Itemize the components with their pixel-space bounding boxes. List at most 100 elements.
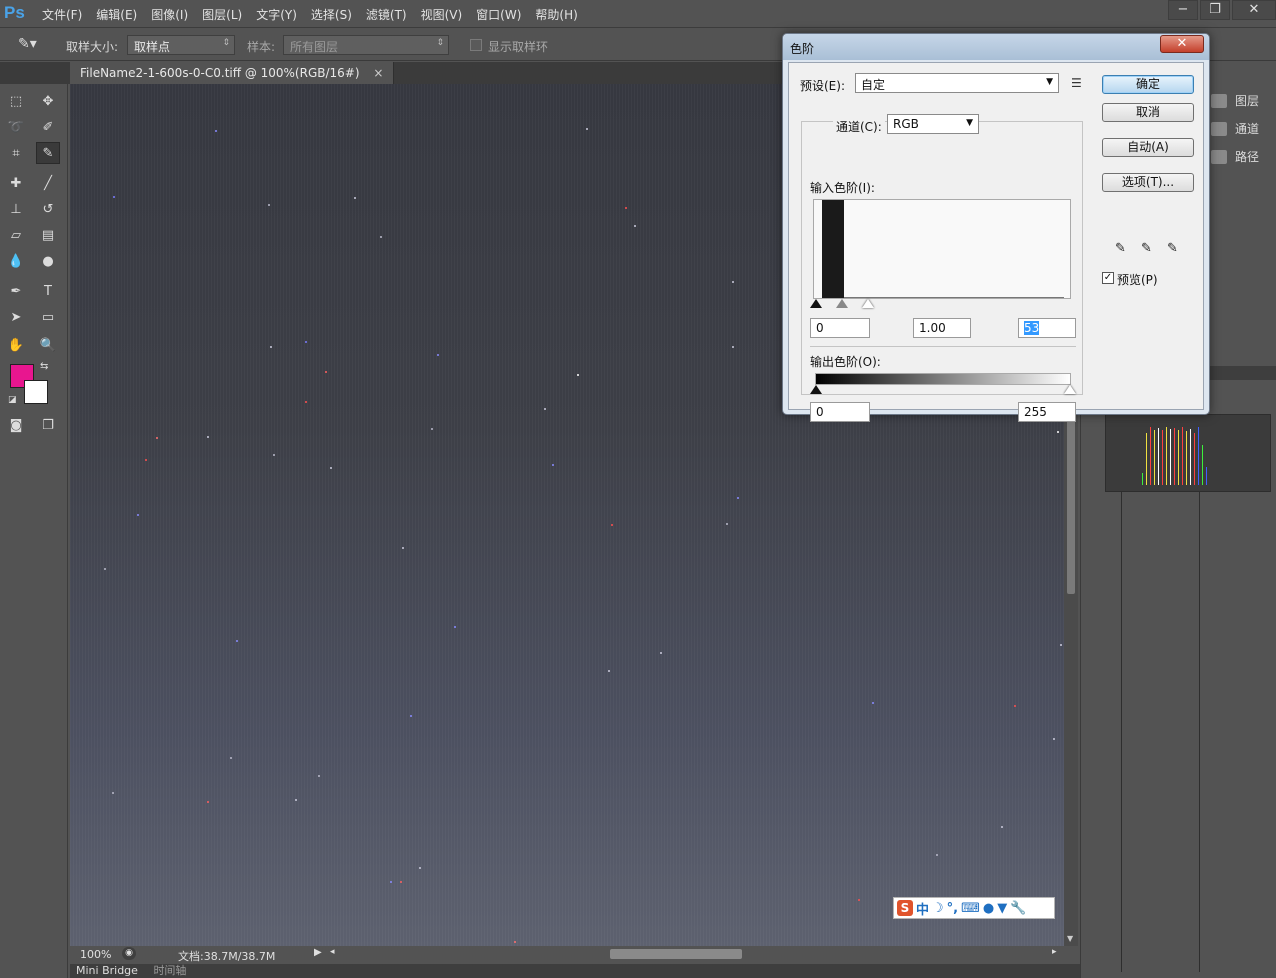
gradient-tool-icon[interactable]: ▤ <box>36 224 60 246</box>
document-tab[interactable]: FileName2-1-600s-0-C0.tiff @ 100%(RGB/16… <box>70 62 395 84</box>
horizontal-scroll-thumb[interactable] <box>610 949 742 959</box>
star <box>1014 705 1016 707</box>
close-tab-icon[interactable]: × <box>373 66 383 80</box>
auto-button[interactable]: 自动(A) <box>1102 138 1194 157</box>
brush-tool-icon[interactable]: ╱ <box>36 172 60 194</box>
scroll-left-arrow-icon[interactable]: ◂ <box>330 947 335 957</box>
white-eyedropper-icon[interactable]: ✎ <box>1167 241 1181 256</box>
keyboard-icon[interactable]: ⌨ <box>961 901 980 916</box>
menu-layer[interactable]: 图层(L) <box>202 6 242 23</box>
zoom-tool-icon[interactable]: 🔍 <box>36 334 60 356</box>
input-histogram <box>813 199 1071 299</box>
menu-file[interactable]: 文件(F) <box>42 6 82 23</box>
preset-select[interactable]: 自定 ▼ <box>855 73 1059 93</box>
black-eyedropper-icon[interactable]: ✎ <box>1115 241 1129 256</box>
gray-eyedropper-icon[interactable]: ✎ <box>1141 241 1155 256</box>
status-menu-arrow-icon[interactable]: ▶ <box>314 947 322 958</box>
preview-label: 预览(P) <box>1117 273 1158 287</box>
menu-image[interactable]: 图像(I) <box>151 6 188 23</box>
panel-layers[interactable]: 图层 <box>1211 92 1259 109</box>
sample-layers-select[interactable]: 所有图层 ⇕ <box>283 35 449 55</box>
main-menu: 文件(F) 编辑(E) 图像(I) 图层(L) 文字(Y) 选择(S) 滤镜(T… <box>42 6 592 23</box>
path-select-icon[interactable]: ➤ <box>4 306 28 328</box>
options-button[interactable]: 选项(T)... <box>1102 173 1194 192</box>
panel-channels[interactable]: 通道 <box>1211 120 1259 137</box>
dialog-close-button[interactable]: ✕ <box>1160 35 1204 53</box>
move-tool-icon[interactable]: ✥ <box>36 90 60 112</box>
star <box>236 640 238 642</box>
input-black-field[interactable]: 0 <box>810 318 870 338</box>
lasso-tool-icon[interactable]: ➰ <box>4 116 28 138</box>
eyedropper-tool-preset-icon[interactable]: ✎▾ <box>18 36 37 52</box>
input-gamma-field[interactable]: 1.00 <box>913 318 971 338</box>
wrench-icon[interactable]: 🔧 <box>1010 901 1026 916</box>
star <box>230 757 232 759</box>
preview-checkbox[interactable]: ✓ <box>1102 272 1114 284</box>
show-sampling-ring-checkbox[interactable] <box>470 39 482 51</box>
menu-type[interactable]: 文字(Y) <box>256 6 297 23</box>
menu-view[interactable]: 视图(V) <box>421 6 463 23</box>
output-black-value: 0 <box>816 405 824 419</box>
output-white-slider[interactable] <box>1064 385 1076 394</box>
menu-edit[interactable]: 编辑(E) <box>96 6 137 23</box>
skin-shirt-icon[interactable]: ▼ <box>997 901 1007 916</box>
scroll-down-arrow-icon[interactable]: ▼ <box>1067 934 1073 943</box>
star <box>737 497 739 499</box>
menu-help[interactable]: 帮助(H) <box>535 6 577 23</box>
default-colors-icon[interactable]: ◪ <box>8 395 17 405</box>
channel-select[interactable]: RGB ▼ <box>887 114 979 134</box>
screen-mode-icon[interactable]: ❐ <box>36 414 60 436</box>
ime-mode-toggle[interactable]: 中 <box>916 899 929 918</box>
quick-mask-icon[interactable]: ◙ <box>4 414 28 436</box>
hand-tool-icon[interactable]: ✋ <box>4 334 28 356</box>
output-black-slider[interactable] <box>810 385 822 394</box>
output-white-field[interactable]: 255 <box>1018 402 1076 422</box>
clone-stamp-icon[interactable]: ⊥ <box>4 198 28 220</box>
quick-select-tool-icon[interactable]: ✐ <box>36 116 60 138</box>
zoom-level[interactable]: 100% <box>80 948 111 961</box>
marquee-tool-icon[interactable]: ⬚ <box>4 90 28 112</box>
tab-timeline[interactable]: 时间轴 <box>147 964 192 978</box>
star <box>380 236 382 238</box>
output-black-field[interactable]: 0 <box>810 402 870 422</box>
menu-window[interactable]: 窗口(W) <box>476 6 521 23</box>
preset-options-icon[interactable]: ☰ <box>1071 76 1082 90</box>
output-levels-label: 输出色阶(O): <box>810 355 881 369</box>
dialog-title-bar[interactable]: 色阶 ✕ <box>783 34 1209 60</box>
menu-select[interactable]: 选择(S) <box>311 6 352 23</box>
cancel-button[interactable]: 取消 <box>1102 103 1194 122</box>
input-white-field[interactable]: 53 <box>1018 318 1076 338</box>
input-gamma-slider[interactable] <box>836 299 848 308</box>
input-black-slider[interactable] <box>810 299 822 308</box>
ok-button[interactable]: 确定 <box>1102 75 1194 94</box>
scroll-right-arrow-icon[interactable]: ▸ <box>1052 947 1057 957</box>
type-tool-icon[interactable]: T <box>36 280 60 302</box>
vertical-scroll-thumb[interactable] <box>1067 414 1075 594</box>
close-window-button[interactable]: ✕ <box>1232 0 1276 20</box>
status-info-icon[interactable]: ◉ <box>122 947 136 960</box>
dodge-tool-icon[interactable]: ● <box>36 250 60 272</box>
user-icon[interactable]: ● <box>983 901 994 916</box>
tab-mini-bridge[interactable]: Mini Bridge <box>70 964 144 978</box>
panel-channels-label: 通道 <box>1235 122 1260 136</box>
sogou-logo-icon[interactable]: S <box>897 900 913 916</box>
rectangle-tool-icon[interactable]: ▭ <box>36 306 60 328</box>
panel-paths[interactable]: 路径 <box>1211 148 1259 165</box>
moon-icon[interactable]: ☽ <box>932 901 944 916</box>
eraser-tool-icon[interactable]: ▱ <box>4 224 28 246</box>
crop-tool-icon[interactable]: ⌗ <box>4 142 28 164</box>
minimize-button[interactable]: − <box>1168 0 1198 20</box>
input-white-slider[interactable] <box>862 299 874 308</box>
punctuation-icon[interactable]: °, <box>947 901 958 916</box>
pen-tool-icon[interactable]: ✒ <box>4 280 28 302</box>
healing-brush-icon[interactable]: ✚ <box>4 172 28 194</box>
swap-colors-icon[interactable]: ⇆ <box>40 361 48 372</box>
sample-size-select[interactable]: 取样点 ⇕ <box>127 35 235 55</box>
menu-filter[interactable]: 滤镜(T) <box>366 6 407 23</box>
background-color-swatch[interactable] <box>24 380 48 404</box>
blur-tool-icon[interactable]: 💧 <box>4 250 28 272</box>
eyedropper-tool-icon[interactable]: ✎ <box>36 142 60 164</box>
history-brush-icon[interactable]: ↺ <box>36 198 60 220</box>
restore-button[interactable]: ❐ <box>1200 0 1230 20</box>
input-levels-label: 输入色阶(I): <box>810 181 875 195</box>
